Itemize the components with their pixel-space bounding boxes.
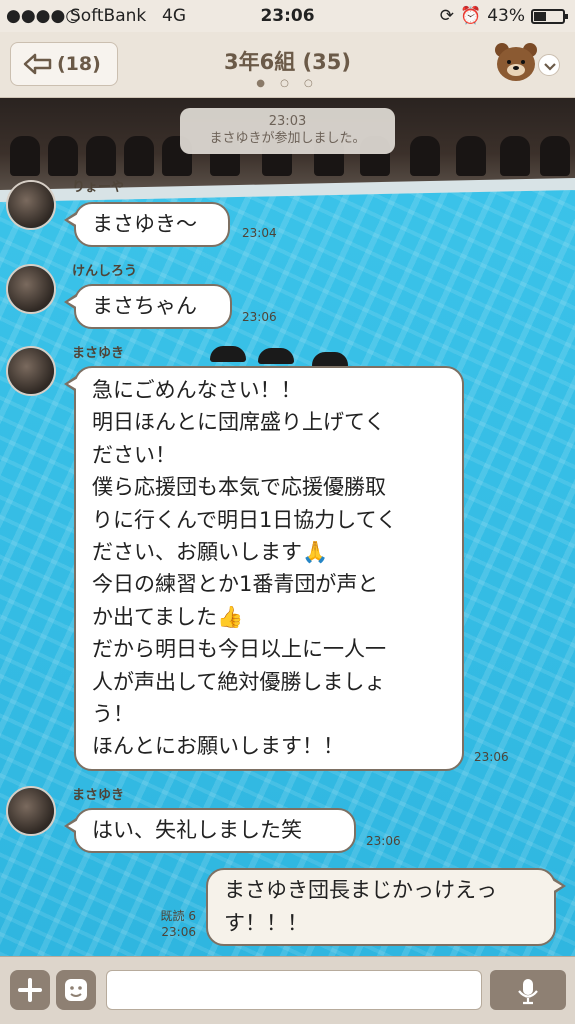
message-time: 23:06 bbox=[242, 310, 277, 324]
sticker-button[interactable] bbox=[56, 970, 96, 1010]
outgoing-message-bubble[interactable]: まさゆき団長まじかっけえっ す！！！ bbox=[206, 868, 566, 946]
message-text: ださい、お願いします🙏 bbox=[92, 540, 329, 565]
status-bar: ●●●●○ SoftBank 4G 23:06 ⟳ ⏰ 43% bbox=[0, 0, 575, 32]
message-time: 23:06 bbox=[474, 750, 509, 764]
status-right: ⟳ ⏰ 43% bbox=[439, 6, 568, 26]
voice-button[interactable] bbox=[490, 970, 566, 1010]
chevron-down-icon[interactable] bbox=[538, 54, 560, 76]
swimmer-head bbox=[210, 346, 246, 362]
message-text: う！ bbox=[92, 702, 134, 727]
avatar[interactable] bbox=[6, 346, 56, 396]
microphone-icon bbox=[518, 979, 538, 1005]
message-input[interactable] bbox=[106, 970, 482, 1010]
sender-name: まさゆき bbox=[72, 788, 125, 803]
message-text: か出てました👍 bbox=[92, 604, 244, 629]
chat-area[interactable]: 23:03 まさゆきが参加しました。 りょーや まさゆき〜 23:04 けんしろ… bbox=[0, 98, 575, 956]
smiley-icon bbox=[65, 979, 87, 1001]
message-bubble[interactable]: はい、失礼しました笑 bbox=[64, 808, 356, 853]
message-text: ほんとにお願いします！！ bbox=[92, 734, 344, 759]
message-text: 今日の練習とか1番青団が声と bbox=[92, 572, 379, 597]
sender-name: まさゆき bbox=[72, 346, 125, 361]
battery-icon bbox=[531, 8, 568, 24]
message-text: りに行くんで明日1日協力してく bbox=[92, 507, 398, 532]
message-time: 23:06 bbox=[161, 925, 196, 939]
message-text: まさちゃん bbox=[92, 294, 197, 318]
message-bubble[interactable]: まさゆき〜 bbox=[64, 202, 230, 247]
message-bubble[interactable]: まさちゃん bbox=[64, 284, 232, 329]
message-time: 23:04 bbox=[242, 226, 277, 240]
page-indicator: ● ○ ○ bbox=[256, 78, 319, 89]
swimmer-head bbox=[258, 348, 294, 364]
system-message-time: 23:03 bbox=[268, 114, 307, 129]
sender-name: りょーや bbox=[72, 180, 125, 195]
bear-sticker-icon[interactable] bbox=[492, 38, 540, 86]
message-text: はい、失礼しました笑 bbox=[92, 818, 302, 842]
message-text: まさゆき〜 bbox=[92, 212, 197, 236]
rotation-lock-icon: ⟳ bbox=[439, 6, 455, 26]
message-text: 急にごめんなさい！！ bbox=[92, 378, 302, 402]
chat-title: 3年6組 (35) bbox=[224, 50, 351, 74]
plus-icon bbox=[18, 978, 42, 1002]
alarm-icon: ⏰ bbox=[460, 6, 482, 26]
message-text: ださい！ bbox=[92, 442, 176, 467]
system-message: 23:03 まさゆきが参加しました。 bbox=[180, 108, 395, 154]
message-time: 23:06 bbox=[366, 834, 401, 848]
system-message-text: まさゆきが参加しました。 bbox=[209, 131, 366, 146]
add-button[interactable] bbox=[10, 970, 50, 1010]
message-text: 明日ほんとに団席盛り上げてく bbox=[92, 410, 386, 435]
battery-percent: 43% bbox=[487, 6, 525, 26]
sender-name: けんしろう bbox=[72, 264, 138, 279]
chat-header: (18) 3年6組 (35) ● ○ ○ bbox=[0, 32, 575, 98]
avatar[interactable] bbox=[6, 786, 56, 836]
message-bubble[interactable]: 急にごめんなさい！！ 明日ほんとに団席盛り上げてく ださい！ 僕ら応援団も本気で… bbox=[64, 366, 464, 771]
message-text: す！！！ bbox=[224, 911, 308, 935]
message-text: まさゆき団長まじかっけえっ bbox=[224, 878, 497, 902]
message-input-bar bbox=[0, 956, 575, 1024]
avatar[interactable] bbox=[6, 264, 56, 314]
message-text: 僕ら応援団も本気で応援優勝取 bbox=[92, 475, 386, 500]
message-text: 人が声出して絶対優勝しましょ bbox=[92, 669, 386, 694]
avatar[interactable] bbox=[6, 180, 56, 230]
message-text: だから明日も今日以上に一人一 bbox=[92, 637, 386, 662]
read-count: 既読 6 bbox=[160, 909, 196, 923]
read-receipt: 既読 6 23:06 bbox=[140, 908, 196, 940]
